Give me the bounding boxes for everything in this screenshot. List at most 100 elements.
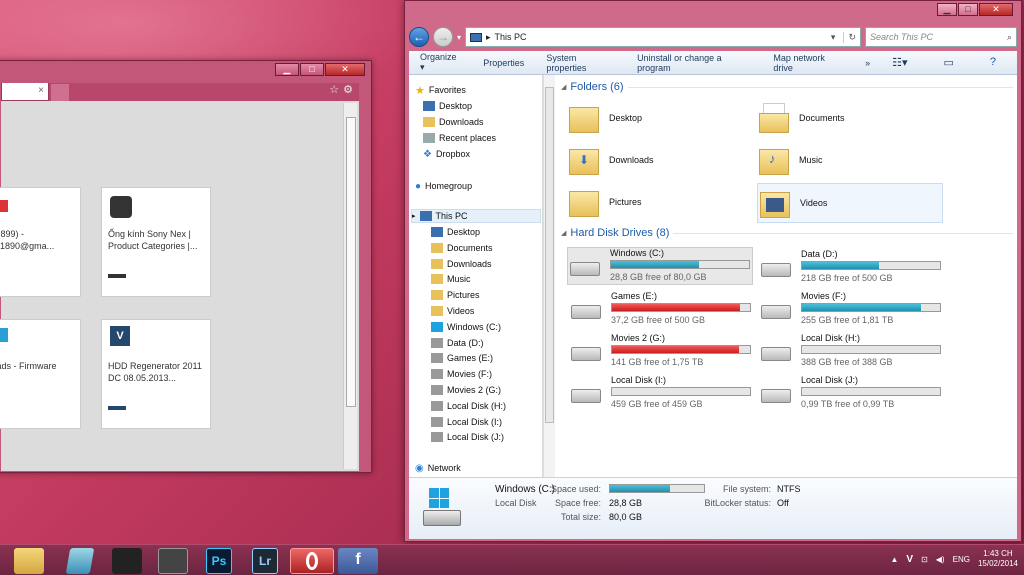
scrollbar-thumb[interactable] <box>545 87 554 423</box>
opera-taskbar-icon[interactable] <box>290 548 334 574</box>
nav-item[interactable]: Games (E:) <box>431 351 493 365</box>
nav-item[interactable]: Videos <box>431 304 474 318</box>
nav-item[interactable]: Data (D:) <box>431 336 484 350</box>
drive-item[interactable]: Games (E:) 37,2 GB free of 500 GB <box>569 291 755 329</box>
drive-item[interactable]: Windows (C:) 28,8 GB free of 80,0 GB <box>567 247 753 285</box>
network-icon: ◉ <box>415 462 424 474</box>
star-icon[interactable]: ☆ <box>329 83 339 96</box>
drive-item[interactable]: Local Disk (H:) 388 GB free of 388 GB <box>759 333 945 371</box>
close-button[interactable]: ✕ <box>325 63 365 76</box>
more-commands-button[interactable]: » <box>854 58 881 68</box>
speed-dial-tile[interactable]: wnloads - Firmware <box>0 319 81 429</box>
address-dropdown-icon[interactable]: ▾ <box>831 32 840 43</box>
volume-icon[interactable]: ◀) <box>936 555 945 564</box>
tile-title: ox (2,899) - gdinh1890@gma... <box>0 229 55 251</box>
breadcrumb[interactable]: This PC <box>495 32 527 42</box>
address-bar[interactable]: ▸ This PC ▾ ↻ <box>465 27 861 47</box>
facebook-taskbar-icon[interactable]: f <box>338 548 378 574</box>
nav-item[interactable]: Movies (F:) <box>431 367 492 381</box>
properties-button[interactable]: Properties <box>472 58 535 68</box>
nav-item-homegroup[interactable]: ● Homegroup <box>415 179 472 193</box>
speed-dial-tile[interactable]: Ống kính Sony Nex | Product Categories |… <box>101 187 211 297</box>
speed-dial-tile[interactable]: V HDD Regenerator 2011 DC 08.05.2013... <box>101 319 211 429</box>
forward-button[interactable]: → <box>433 27 453 47</box>
file-explorer-taskbar-icon[interactable] <box>14 548 44 574</box>
clock[interactable]: 1:43 CH 15/02/2014 <box>978 549 1018 569</box>
drive-item[interactable]: Local Disk (I:) 459 GB free of 459 GB <box>569 375 755 413</box>
organize-button[interactable]: Organize ▾ <box>409 52 472 73</box>
folder-item[interactable]: ♪ Music <box>759 143 823 177</box>
language-indicator[interactable]: ENG <box>953 555 970 564</box>
refresh-icon[interactable]: ↻ <box>843 31 860 43</box>
collapse-icon[interactable]: ◢ <box>561 229 566 237</box>
view-options-icon[interactable]: ☷▾ <box>881 56 918 69</box>
scrollbar[interactable] <box>343 103 357 469</box>
new-tab-button[interactable] <box>51 84 69 101</box>
expand-icon[interactable]: ▸ <box>412 212 416 220</box>
nav-item[interactable]: Downloads <box>431 257 492 271</box>
maximize-button[interactable]: □ <box>300 63 324 76</box>
app-taskbar-icon[interactable] <box>65 548 95 574</box>
minimize-button[interactable]: ▁ <box>937 3 957 16</box>
system-properties-button[interactable]: System properties <box>535 53 626 73</box>
folder-item[interactable]: Desktop <box>569 101 642 135</box>
scrollbar-thumb[interactable] <box>346 117 356 407</box>
map-network-drive-button[interactable]: Map network drive <box>762 53 854 73</box>
gear-icon[interactable]: ⚙ <box>343 83 353 96</box>
system-tray: ▲ V ⊡ ◀) ENG 1:43 CH 15/02/2014 <box>890 549 1018 569</box>
drives-section-header[interactable]: ◢ Hard Disk Drives (8) <box>561 227 1013 239</box>
game-taskbar-icon[interactable] <box>112 548 142 574</box>
folders-section-header[interactable]: ◢ Folders (6) <box>561 81 1013 93</box>
network-tray-icon[interactable]: ⊡ <box>921 555 928 564</box>
nav-item[interactable]: Documents <box>431 241 493 255</box>
folder-item[interactable]: Documents <box>759 101 845 135</box>
back-button[interactable]: ← <box>409 27 429 47</box>
nav-item-favorites[interactable]: ★ Favorites <box>415 83 466 97</box>
nav-item[interactable]: Downloads <box>423 115 484 129</box>
drive-item[interactable]: Data (D:) 218 GB free of 500 GB <box>759 249 945 287</box>
speed-dial-tile[interactable]: ox (2,899) - gdinh1890@gma... <box>0 187 81 297</box>
nav-item[interactable]: Local Disk (J:) <box>431 430 504 444</box>
nav-scrollbar[interactable] <box>543 75 555 477</box>
folder-item[interactable]: ⬇ Downloads <box>569 143 654 177</box>
nav-item[interactable]: Movies 2 (G:) <box>431 383 501 397</box>
tray-app-icon[interactable]: V <box>906 554 913 565</box>
search-input[interactable]: Search This PC ⌕ <box>865 27 1017 47</box>
recent-pages-icon[interactable]: ▾ <box>457 33 461 42</box>
maximize-button[interactable]: □ <box>958 3 978 16</box>
nav-item[interactable]: Local Disk (I:) <box>431 415 502 429</box>
drive-item[interactable]: Local Disk (J:) 0,99 TB free of 0,99 TB <box>759 375 945 413</box>
folder-item-selected[interactable]: Videos <box>757 183 943 223</box>
tile-title: HDD Regenerator 2011 DC 08.05.2013... <box>108 361 202 383</box>
app-taskbar-icon[interactable] <box>158 548 188 574</box>
photoshop-taskbar-icon[interactable]: Ps <box>206 548 232 574</box>
nav-item-this-pc[interactable]: ▸ This PC <box>411 209 541 223</box>
drive-item[interactable]: Movies (F:) 255 GB free of 1,81 TB <box>759 291 945 329</box>
nav-item-network[interactable]: ◉ Network <box>415 461 461 475</box>
hard-drive-icon <box>569 339 603 363</box>
browser-window[interactable]: ▁ □ ✕ × ☆ ⚙ ox (2,899) - gdinh1890@gma..… <box>0 60 372 473</box>
preview-pane-icon[interactable]: ▭ <box>932 56 964 69</box>
browser-tab[interactable]: × <box>1 83 49 101</box>
nav-item[interactable]: ❖ Dropbox <box>423 147 470 161</box>
drive-usage-bar <box>610 260 750 269</box>
nav-item[interactable]: Recent places <box>423 131 496 145</box>
show-hidden-icons[interactable]: ▲ <box>890 555 898 564</box>
explorer-window[interactable]: ▁ □ ✕ ← → ▾ ▸ This PC ▾ ↻ Search This PC… <box>404 0 1022 542</box>
drive-icon <box>431 385 443 395</box>
folder-item[interactable]: Pictures <box>569 185 642 219</box>
nav-item[interactable]: Local Disk (H:) <box>431 399 506 413</box>
help-icon[interactable]: ? <box>979 56 1007 69</box>
nav-item[interactable]: Pictures <box>431 288 480 302</box>
nav-item[interactable]: Desktop <box>423 99 472 113</box>
uninstall-program-button[interactable]: Uninstall or change a program <box>626 53 762 73</box>
lightroom-taskbar-icon[interactable]: Lr <box>252 548 278 574</box>
nav-item[interactable]: Desktop <box>431 225 480 239</box>
close-tab-icon[interactable]: × <box>38 85 44 96</box>
close-button[interactable]: ✕ <box>979 3 1013 16</box>
nav-item[interactable]: Windows (C:) <box>431 320 501 334</box>
drive-item[interactable]: Movies 2 (G:) 141 GB free of 1,75 TB <box>569 333 755 371</box>
minimize-button[interactable]: ▁ <box>275 63 299 76</box>
nav-item[interactable]: Music <box>431 272 471 286</box>
collapse-icon[interactable]: ◢ <box>561 83 566 91</box>
